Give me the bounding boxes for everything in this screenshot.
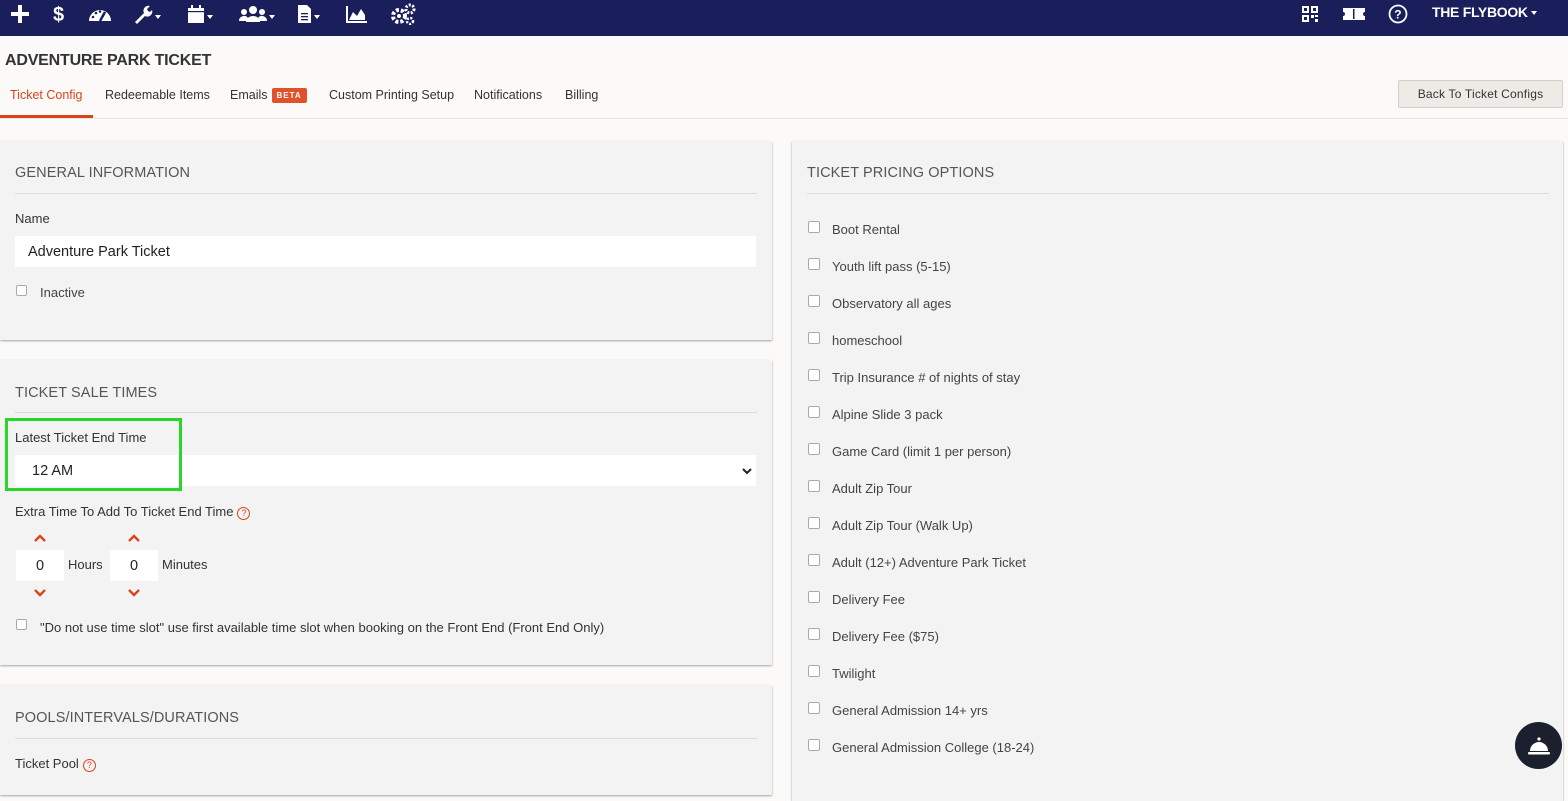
pricing-option-label: Youth lift pass (5-15) bbox=[832, 259, 951, 274]
pricing-option-checkbox[interactable] bbox=[808, 369, 820, 381]
svg-text:$: $ bbox=[53, 4, 64, 25]
tab-redeemable-items[interactable]: Redeemable Items bbox=[105, 88, 210, 102]
minutes-increment-icon[interactable] bbox=[127, 533, 141, 543]
document-icon[interactable] bbox=[297, 0, 320, 27]
pricing-option-label: Adult (12+) Adventure Park Ticket bbox=[832, 555, 1027, 570]
do-not-use-time-slot-label: "Do not use time slot" use first availab… bbox=[40, 620, 605, 635]
dollar-icon[interactable]: $ bbox=[53, 0, 66, 27]
pricing-option-checkbox[interactable] bbox=[808, 443, 820, 455]
page-title: ADVENTURE PARK TICKET bbox=[5, 52, 212, 69]
qr-code-icon[interactable] bbox=[1301, 0, 1319, 27]
tab-billing[interactable]: Billing bbox=[565, 88, 598, 102]
section-title: POOLS/INTERVALS/DURATIONS bbox=[15, 710, 240, 726]
minutes-label: Minutes bbox=[162, 557, 208, 572]
tab-bar: Ticket Config Redeemable Items Emails BET… bbox=[0, 82, 1568, 119]
pricing-option-checkbox[interactable] bbox=[808, 295, 820, 307]
minutes-input[interactable]: 0 bbox=[110, 550, 158, 581]
divider bbox=[15, 738, 757, 739]
chevron-down-icon bbox=[1530, 10, 1537, 15]
inactive-checkbox[interactable] bbox=[16, 285, 27, 296]
pricing-option-label: Game Card (limit 1 per person) bbox=[832, 444, 1012, 459]
name-input[interactable]: Adventure Park Ticket bbox=[15, 236, 756, 267]
pricing-option-checkbox[interactable] bbox=[808, 628, 820, 640]
gears-icon[interactable] bbox=[390, 0, 416, 27]
minutes-decrement-icon[interactable] bbox=[127, 588, 141, 598]
hours-decrement-icon[interactable] bbox=[33, 588, 47, 598]
hours-input[interactable]: 0 bbox=[16, 550, 64, 581]
pools-intervals-durations-panel: POOLS/INTERVALS/DURATIONS Ticket Pool? bbox=[0, 685, 772, 795]
do-not-use-time-slot-checkbox[interactable] bbox=[16, 619, 27, 630]
pricing-option-label: Adult Zip Tour (Walk Up) bbox=[832, 518, 973, 533]
help-icon[interactable]: ? bbox=[237, 507, 251, 520]
pricing-option-label: General Admission College (18-24) bbox=[832, 740, 1035, 755]
pricing-option-label: Alpine Slide 3 pack bbox=[832, 407, 943, 422]
beta-badge: BETA bbox=[271, 88, 307, 103]
pricing-option-label: Boot Rental bbox=[832, 222, 900, 237]
dashboard-icon[interactable] bbox=[87, 0, 113, 27]
ticket-sale-times-panel: TICKET SALE TIMES Latest Ticket End Time… bbox=[0, 360, 772, 665]
tab-custom-printing-setup[interactable]: Custom Printing Setup bbox=[329, 88, 454, 102]
pricing-option-label: Delivery Fee bbox=[832, 592, 905, 607]
highlight-box bbox=[5, 418, 182, 491]
tab-notifications[interactable]: Notifications bbox=[474, 88, 542, 102]
tab-ticket-config[interactable]: Ticket Config bbox=[10, 88, 82, 102]
back-to-ticket-configs-button[interactable]: Back To Ticket Configs bbox=[1398, 80, 1563, 108]
account-menu[interactable]: THE FLYBOOK bbox=[1432, 4, 1537, 20]
help-icon[interactable]: ? bbox=[82, 759, 96, 772]
extra-time-label: Extra Time To Add To Ticket End Time? bbox=[15, 504, 251, 520]
ticket-pricing-options-panel: TICKET PRICING OPTIONS bbox=[792, 141, 1563, 801]
ticket-icon[interactable] bbox=[1342, 0, 1366, 27]
general-information-panel: GENERAL INFORMATION Name Adventure Park … bbox=[0, 141, 772, 340]
extra-time-label-text: Extra Time To Add To Ticket End Time bbox=[15, 504, 234, 519]
pricing-option-label: Adult Zip Tour bbox=[832, 481, 912, 496]
ticket-pool-label: Ticket Pool? bbox=[15, 756, 96, 772]
name-label: Name bbox=[15, 211, 50, 226]
plus-icon[interactable] bbox=[10, 0, 30, 27]
pricing-option-checkbox[interactable] bbox=[808, 591, 820, 603]
chevron-down-icon bbox=[742, 468, 752, 475]
pricing-option-checkbox[interactable] bbox=[808, 480, 820, 492]
help-widget-button[interactable] bbox=[1515, 722, 1562, 769]
pricing-option-checkbox[interactable] bbox=[808, 258, 820, 270]
pricing-option-checkbox[interactable] bbox=[808, 702, 820, 714]
divider bbox=[15, 193, 757, 194]
top-nav: $ ? THE FLYBOOK bbox=[0, 0, 1568, 36]
pricing-option-label: Delivery Fee ($75) bbox=[832, 629, 939, 644]
tab-emails[interactable]: Emails BETA bbox=[230, 88, 307, 103]
pricing-option-checkbox[interactable] bbox=[808, 221, 820, 233]
pricing-option-checkbox[interactable] bbox=[808, 517, 820, 529]
divider bbox=[807, 193, 1549, 194]
account-name: THE FLYBOOK bbox=[1432, 4, 1528, 20]
section-title: TICKET PRICING OPTIONS bbox=[807, 165, 995, 181]
pricing-option-label: Twilight bbox=[832, 666, 876, 681]
svg-text:?: ? bbox=[1394, 7, 1401, 21]
pricing-option-checkbox[interactable] bbox=[808, 739, 820, 751]
bell-icon bbox=[1527, 736, 1550, 754]
pricing-option-checkbox[interactable] bbox=[808, 332, 820, 344]
section-title: GENERAL INFORMATION bbox=[15, 165, 191, 181]
pricing-option-checkbox[interactable] bbox=[808, 665, 820, 677]
active-tab-indicator bbox=[0, 115, 93, 118]
pricing-option-label: Trip Insurance # of nights of stay bbox=[832, 370, 1021, 385]
wrench-icon[interactable] bbox=[133, 0, 161, 27]
pricing-option-checkbox[interactable] bbox=[808, 554, 820, 566]
pricing-option-checkbox[interactable] bbox=[808, 406, 820, 418]
ticket-pool-label-text: Ticket Pool bbox=[15, 756, 79, 771]
inactive-label: Inactive bbox=[40, 285, 85, 300]
tab-emails-label: Emails bbox=[230, 88, 268, 102]
help-icon[interactable]: ? bbox=[1388, 0, 1408, 27]
divider bbox=[15, 412, 757, 413]
pricing-option-label: homeschool bbox=[832, 333, 903, 348]
pricing-option-label: Observatory all ages bbox=[832, 296, 952, 311]
hours-increment-icon[interactable] bbox=[33, 533, 47, 543]
pricing-option-label: General Admission 14+ yrs bbox=[832, 703, 988, 718]
hours-label: Hours bbox=[68, 557, 103, 572]
users-icon[interactable] bbox=[239, 0, 275, 27]
section-title: TICKET SALE TIMES bbox=[15, 385, 158, 401]
chart-icon[interactable] bbox=[346, 0, 368, 27]
calendar-icon[interactable] bbox=[187, 0, 213, 27]
